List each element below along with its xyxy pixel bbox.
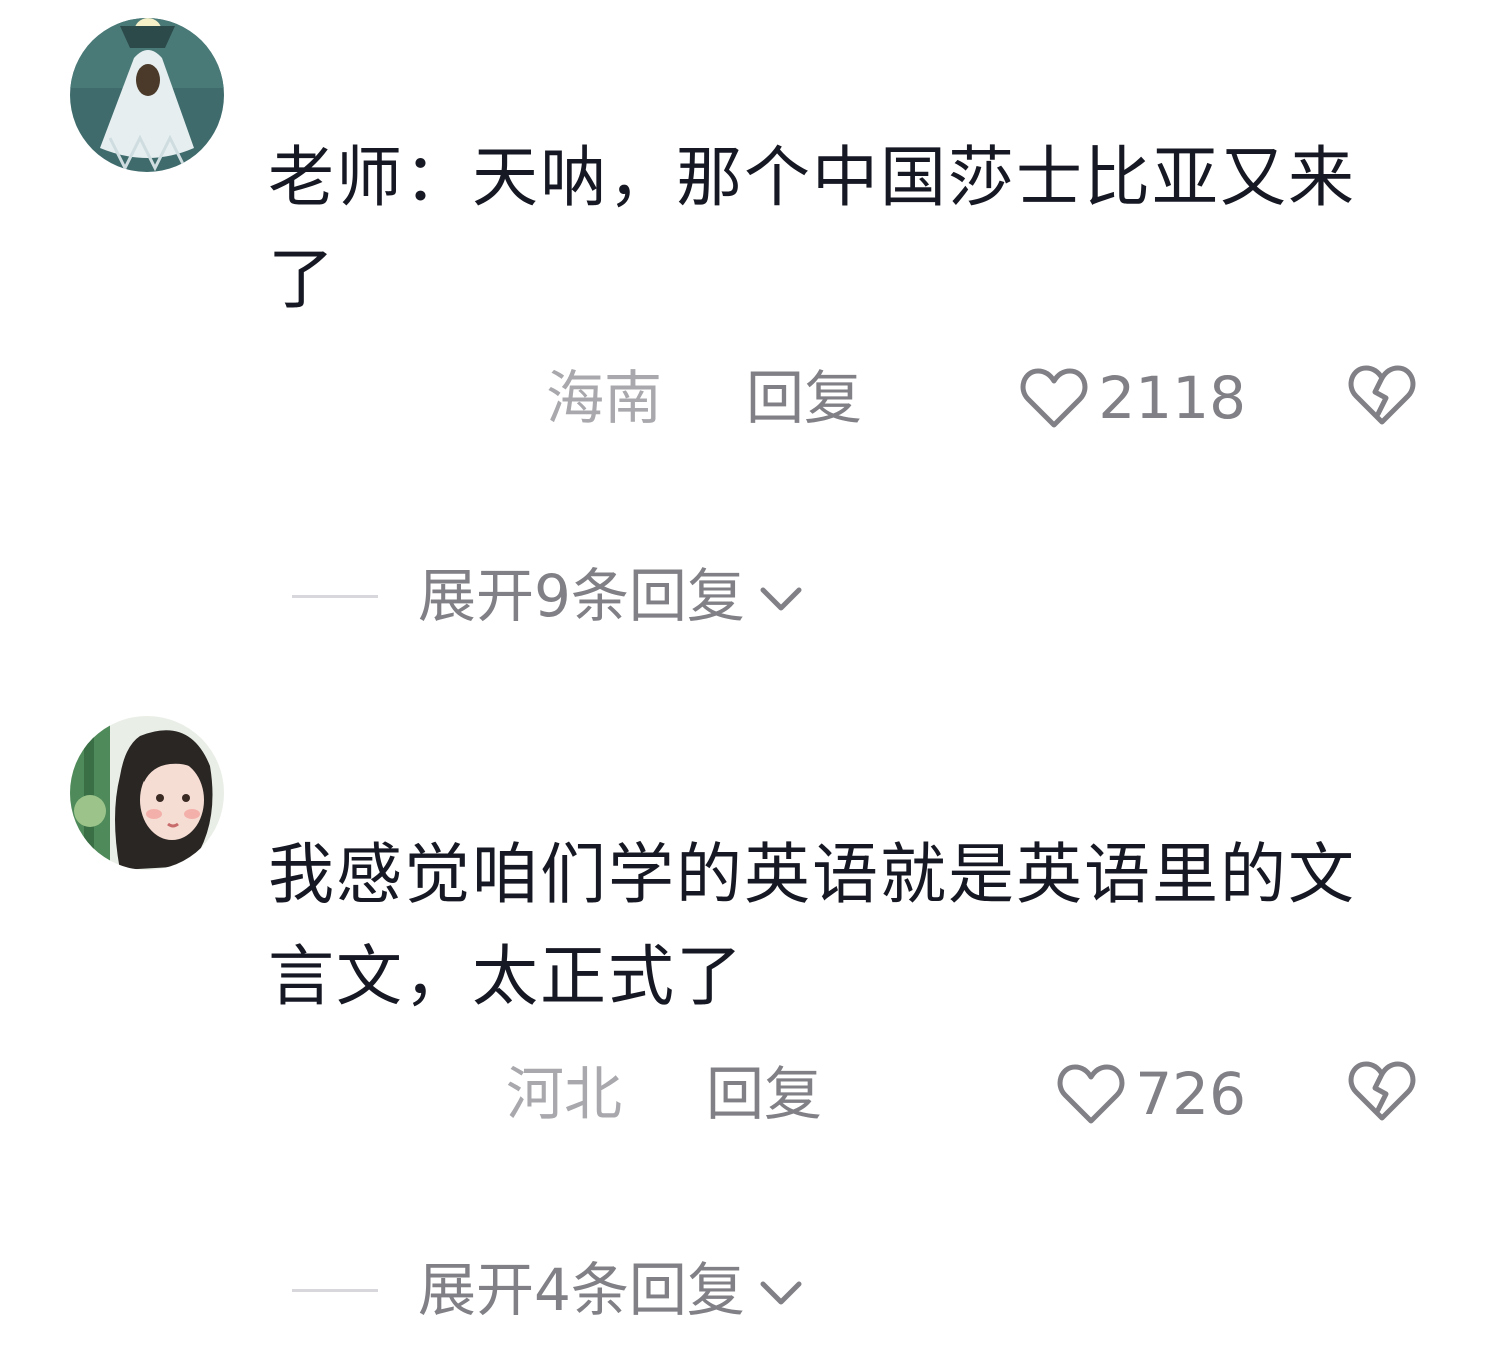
comment-text: 老师：天呐，那个中国莎士比亚又来了 bbox=[268, 139, 1356, 318]
user-avatar-icon bbox=[70, 18, 224, 172]
reply-button[interactable]: 回复 bbox=[746, 358, 862, 438]
comment-text: 我感觉咱们学的英语就是英语里的文言文，太正式了 bbox=[268, 836, 1356, 1015]
comment-meta: 河北 回复 726 bbox=[0, 1054, 1500, 1134]
expand-divider bbox=[292, 594, 378, 598]
expand-replies-label: 展开9条回复 bbox=[418, 562, 745, 630]
like-button[interactable]: 2118 bbox=[1020, 358, 1246, 438]
broken-heart-icon bbox=[1348, 365, 1416, 425]
broken-heart-icon bbox=[1348, 1061, 1416, 1121]
dislike-button[interactable] bbox=[1348, 364, 1416, 430]
dislike-button[interactable] bbox=[1348, 1060, 1416, 1126]
comment-meta: 海南 回复 2118 bbox=[0, 358, 1500, 438]
expand-divider bbox=[292, 1288, 378, 1292]
heart-outline-icon bbox=[1057, 1064, 1125, 1124]
expand-replies-button[interactable]: 展开9条回复 bbox=[292, 556, 803, 636]
chevron-down-icon bbox=[760, 1281, 802, 1305]
avatar[interactable] bbox=[70, 18, 224, 172]
chevron-down-icon bbox=[760, 587, 802, 611]
like-button[interactable]: 726 bbox=[1057, 1054, 1246, 1134]
like-count: 2118 bbox=[1098, 364, 1246, 432]
avatar[interactable] bbox=[70, 716, 224, 870]
location-label: 海南 bbox=[546, 364, 663, 432]
comment-item: 老师：天呐，那个中国莎士比亚又来了 海南 回复 2118 展开9条回复 bbox=[0, 0, 1500, 690]
location-label: 河北 bbox=[506, 1060, 623, 1128]
reply-button[interactable]: 回复 bbox=[706, 1054, 822, 1134]
expand-replies-button[interactable]: 展开4条回复 bbox=[292, 1250, 803, 1330]
user-avatar-icon bbox=[70, 716, 224, 870]
like-count: 726 bbox=[1135, 1060, 1246, 1128]
comment-item: 我感觉咱们学的英语就是英语里的文言文，太正式了 河北 回复 726 展开4条回复 bbox=[0, 700, 1500, 1365]
heart-outline-icon bbox=[1020, 368, 1088, 428]
expand-replies-label: 展开4条回复 bbox=[418, 1256, 745, 1324]
